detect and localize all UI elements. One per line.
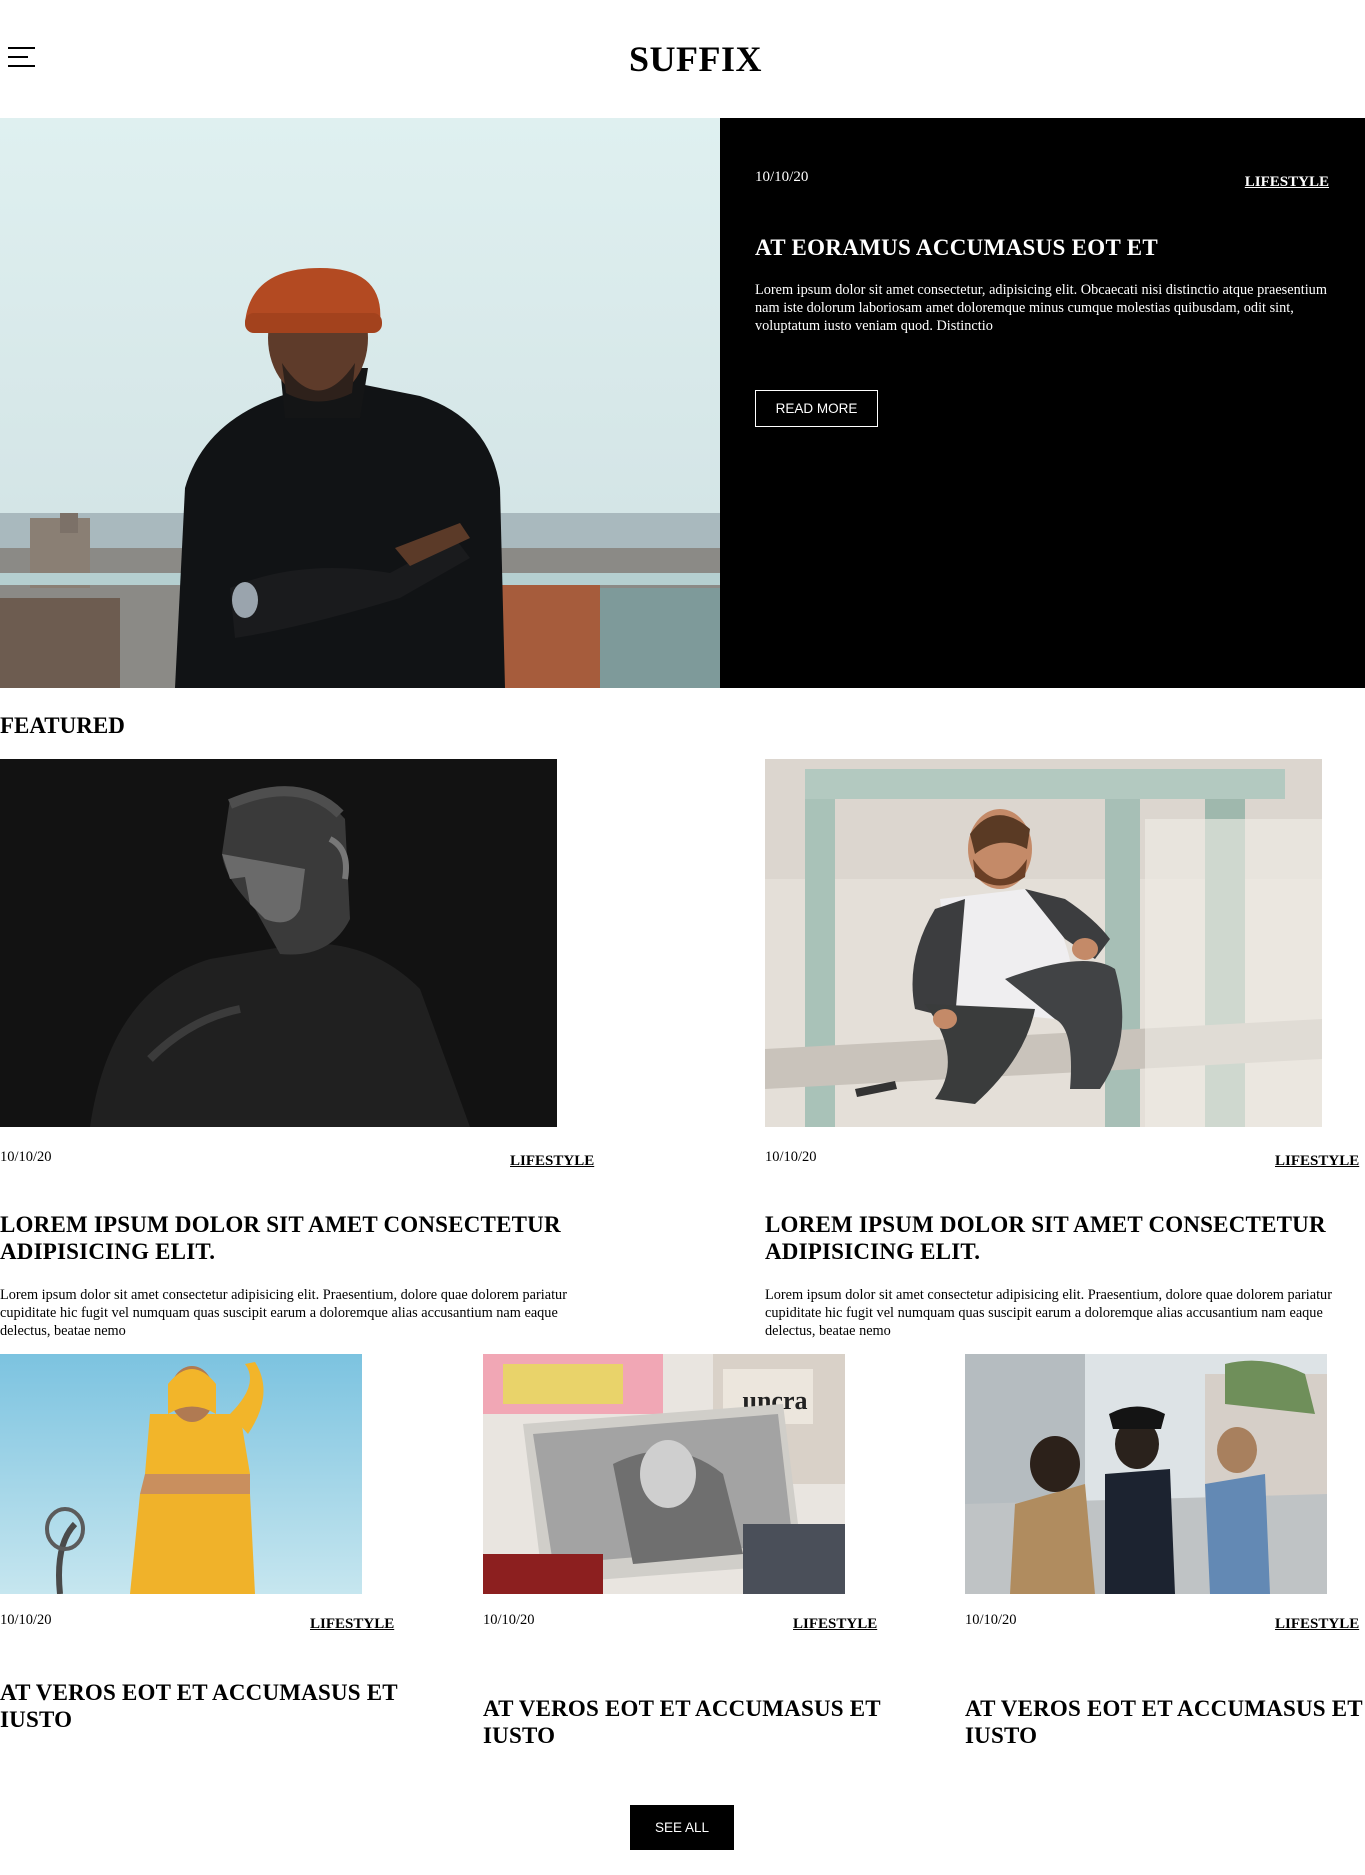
article-card-image[interactable]: uncra bbox=[483, 1354, 845, 1594]
hero-date: 10/10/20 bbox=[755, 169, 809, 185]
featured-card-image[interactable] bbox=[0, 759, 557, 1127]
article-card-image[interactable] bbox=[965, 1354, 1327, 1594]
card-excerpt: Lorem ipsum dolor sit amet consectetur a… bbox=[0, 1287, 567, 1339]
card-title[interactable]: AT VEROS EOT ET ACCUMASUS ET IUSTO bbox=[0, 1679, 400, 1733]
hero-panel: 10/10/20 LIFESTYLE AT EORAMUS ACCUMASUS … bbox=[720, 118, 1365, 688]
hero-image bbox=[0, 118, 720, 688]
hero-title[interactable]: AT EORAMUS ACCUMASUS EOT ET bbox=[755, 235, 1158, 261]
card-title[interactable]: AT VEROS EOT ET ACCUMASUS ET IUSTO bbox=[483, 1695, 883, 1749]
see-all-button[interactable]: SEE ALL bbox=[630, 1805, 734, 1850]
card-category-link[interactable]: LIFESTYLE bbox=[1275, 1616, 1359, 1633]
card-category-link[interactable]: LIFESTYLE bbox=[1275, 1153, 1359, 1170]
featured-heading: FEATURED bbox=[0, 713, 125, 738]
hero-category-link[interactable]: LIFESTYLE bbox=[1245, 174, 1329, 191]
card-date: 10/10/20 bbox=[0, 1149, 52, 1165]
card-date: 10/10/20 bbox=[0, 1612, 52, 1628]
article-card-image[interactable] bbox=[0, 1354, 362, 1594]
card-date: 10/10/20 bbox=[483, 1612, 535, 1628]
card-title[interactable]: LOREM IPSUM DOLOR SIT AMET CONSECTETUR A… bbox=[0, 1211, 600, 1265]
site-header: SUFFIX bbox=[0, 0, 1365, 118]
card-category-link[interactable]: LIFESTYLE bbox=[793, 1616, 877, 1633]
article-card: 10/10/20 LIFESTYLE AT VEROS EOT ET ACCUM… bbox=[965, 1354, 1365, 1754]
hero-excerpt: Lorem ipsum dolor sit amet consectetur, … bbox=[755, 282, 1327, 334]
card-date: 10/10/20 bbox=[765, 1149, 817, 1165]
read-more-button[interactable]: READ MORE bbox=[755, 390, 878, 427]
card-category-link[interactable]: LIFESTYLE bbox=[310, 1616, 394, 1633]
featured-card: 10/10/20 LIFESTYLE LOREM IPSUM DOLOR SIT… bbox=[765, 759, 1365, 1339]
featured-card: 10/10/20 LIFESTYLE LOREM IPSUM DOLOR SIT… bbox=[0, 759, 600, 1339]
card-category-link[interactable]: LIFESTYLE bbox=[510, 1153, 594, 1170]
card-title[interactable]: LOREM IPSUM DOLOR SIT AMET CONSECTETUR A… bbox=[765, 1211, 1365, 1265]
card-date: 10/10/20 bbox=[965, 1612, 1017, 1628]
featured-card-image[interactable] bbox=[765, 759, 1322, 1127]
card-excerpt: Lorem ipsum dolor sit amet consectetur a… bbox=[765, 1287, 1332, 1339]
article-card: uncra 10/10/20 LIFESTYLE AT VEROS EOT ET… bbox=[483, 1354, 883, 1754]
card-title[interactable]: AT VEROS EOT ET ACCUMASUS ET IUSTO bbox=[965, 1695, 1365, 1749]
article-card: 10/10/20 LIFESTYLE AT VEROS EOT ET ACCUM… bbox=[0, 1354, 400, 1754]
site-logo[interactable]: SUFFIX bbox=[0, 38, 1365, 80]
